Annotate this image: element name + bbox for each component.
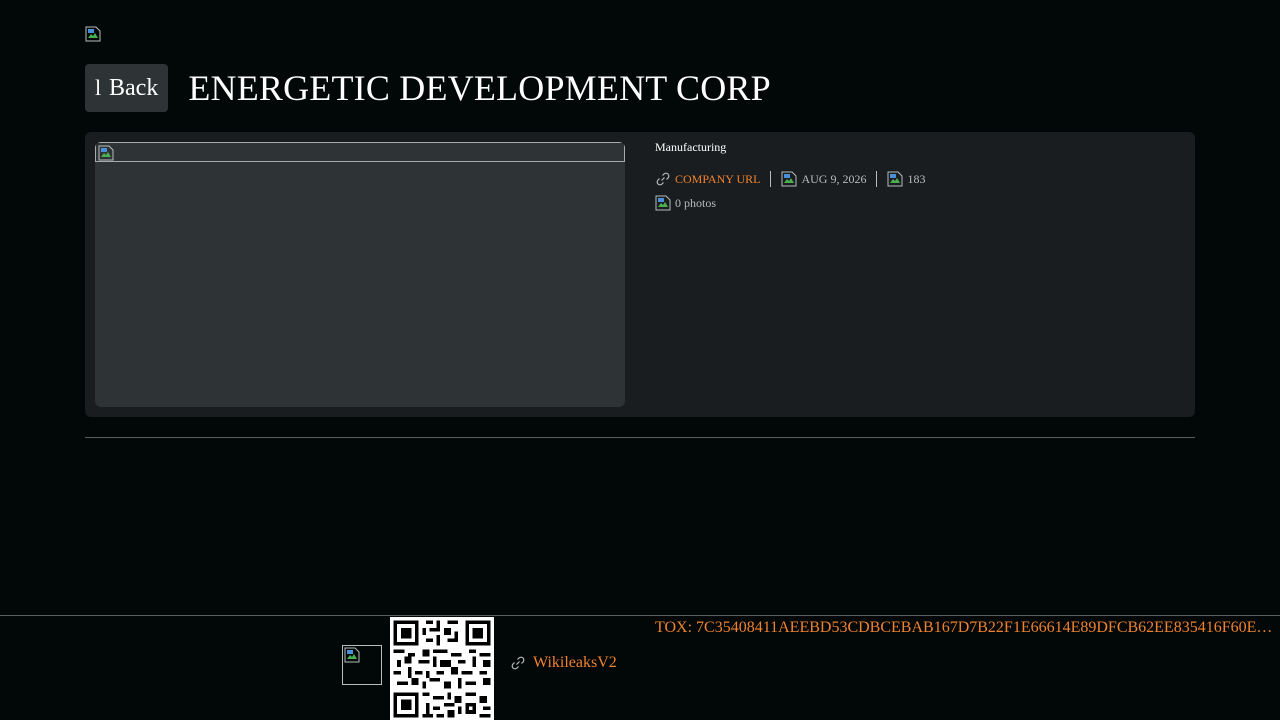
company-image [95, 142, 625, 407]
company-photos-row: 0 photos [655, 194, 1175, 212]
broken-image-icon [344, 647, 360, 663]
eye-icon [887, 171, 903, 187]
company-url-item[interactable]: COMPANY URL [655, 171, 760, 187]
page-header: l Back ENERGETIC DEVELOPMENT CORP [85, 64, 771, 112]
company-category: Manufacturing [655, 140, 727, 154]
page-title: ENERGETIC DEVELOPMENT CORP [188, 68, 771, 108]
company-photos-count: 0 photos [675, 195, 717, 210]
back-chevron-icon: l [95, 75, 102, 100]
meta-separator [876, 171, 878, 187]
content-divider [85, 437, 1195, 438]
footer-link-item[interactable]: WikileaksV2 [510, 654, 617, 672]
page: l Back ENERGETIC DEVELOPMENT CORP Manufa… [0, 0, 1280, 720]
back-button[interactable]: l Back [85, 64, 169, 112]
broken-image-icon [98, 145, 114, 161]
wikileaks-link[interactable]: WikileaksV2 [533, 654, 617, 672]
company-url-link[interactable]: COMPANY URL [675, 172, 760, 187]
company-meta-row: COMPANY URL AUG 9, 2026 183 [655, 170, 1175, 188]
link-icon [511, 656, 525, 670]
qr-code-icon [390, 617, 494, 720]
link-icon [656, 172, 670, 186]
company-date-item: AUG 9, 2026 [781, 171, 866, 187]
back-button-label: Back [109, 74, 159, 101]
site-logo-icon[interactable] [85, 26, 101, 42]
company-photos-item: 0 photos [655, 195, 716, 211]
company-views: 183 [907, 171, 926, 186]
calendar-icon [781, 171, 797, 187]
company-views-item: 183 [887, 171, 925, 187]
company-info: Manufacturing COMPANY URL AUG 9, 2026 18… [655, 140, 1175, 212]
footer-avatar [342, 645, 382, 685]
company-date: AUG 9, 2026 [801, 171, 867, 186]
tox-id[interactable]: TOX: 7C35408411AEEBD53CDBCEBAB167D7B22F1… [655, 619, 1275, 637]
photo-icon [655, 195, 671, 211]
company-card: Manufacturing COMPANY URL AUG 9, 2026 18… [85, 132, 1195, 417]
footer: WikileaksV2 TOX: 7C35408411AEEBD53CDBCEB… [0, 615, 1280, 720]
broken-image-frame [95, 142, 625, 162]
meta-separator [770, 171, 772, 187]
